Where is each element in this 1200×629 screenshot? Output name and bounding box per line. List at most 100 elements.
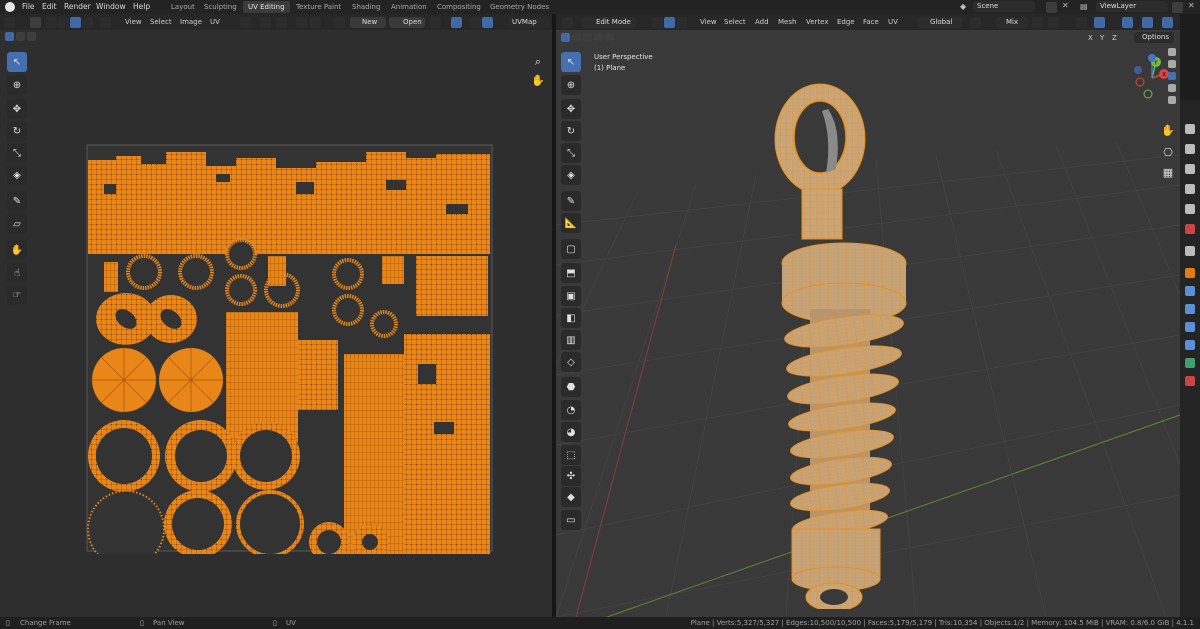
orientation-dropdown[interactable]: Global — [918, 17, 962, 28]
annotate-icon[interactable]: ✎ — [561, 191, 581, 211]
zoom-icon[interactable]: ⌕ — [530, 54, 546, 70]
scale-icon[interactable]: ⤡ — [561, 143, 581, 163]
tab-compositing[interactable]: Compositing — [432, 1, 486, 13]
scale-icon[interactable]: ⤡ — [7, 143, 27, 163]
face-select-icon[interactable] — [70, 17, 81, 28]
select-tool-icon[interactable]: ↖ — [7, 52, 27, 72]
poly-build-icon[interactable]: ⬣ — [561, 377, 581, 397]
grid-icon[interactable]: ▦ — [1160, 164, 1176, 180]
select-subtract-icon[interactable] — [27, 32, 36, 41]
move-icon[interactable]: ✥ — [7, 99, 27, 119]
edge-select-icon[interactable] — [58, 17, 69, 28]
shrink-fatten-icon[interactable]: ✣ — [561, 466, 581, 486]
snap-icon[interactable] — [260, 17, 271, 28]
editor-type-icon[interactable] — [4, 17, 15, 28]
vertex-mode-icon[interactable] — [652, 17, 663, 28]
render-icon[interactable] — [1168, 60, 1176, 68]
tab-animation[interactable]: Animation — [386, 1, 432, 13]
transform-icon[interactable]: ◈ — [7, 165, 27, 185]
overlay-toggle-icon[interactable] — [1122, 17, 1133, 28]
output-props-icon[interactable] — [1185, 164, 1195, 174]
output-icon[interactable] — [1168, 84, 1176, 92]
material-icon[interactable] — [1185, 376, 1195, 386]
edge-mode-icon[interactable] — [664, 17, 675, 28]
vertex-select-icon[interactable] — [46, 17, 57, 28]
vp-menu-mesh[interactable]: Mesh — [778, 18, 796, 26]
vp-menu-vertex[interactable]: Vertex — [806, 18, 829, 26]
scene-props-icon[interactable] — [1185, 204, 1195, 214]
transform-icon[interactable]: ◈ — [561, 165, 581, 185]
gizmo-toggle-icon[interactable] — [451, 17, 462, 28]
options-dropdown[interactable]: Options — [1134, 32, 1174, 43]
visibility-icon[interactable] — [1076, 17, 1087, 28]
mirror-z-toggle[interactable]: Z — [1112, 34, 1117, 42]
menu-render[interactable]: Render — [64, 2, 91, 11]
tab-sculpting[interactable]: Sculpting — [199, 1, 242, 13]
cursor-icon[interactable]: ⊕ — [561, 75, 581, 95]
rip-icon[interactable]: ▱ — [7, 214, 27, 234]
pin-icon[interactable] — [430, 17, 441, 28]
menu-file[interactable]: File — [22, 2, 35, 11]
vp-menu-uv[interactable]: UV — [888, 18, 898, 26]
view-layer-close-icon[interactable]: ✕ — [1188, 1, 1195, 10]
shading-solid-icon[interactable] — [1162, 17, 1173, 28]
overlay-icon[interactable] — [470, 17, 481, 28]
select-subtract-icon[interactable] — [583, 33, 592, 42]
edge-slide-icon[interactable]: ⬚ — [561, 445, 581, 465]
tab-texture-paint[interactable]: Texture Paint — [291, 1, 346, 13]
mirror-x-toggle[interactable]: X — [1088, 34, 1093, 42]
grab-icon[interactable]: ✋ — [7, 240, 27, 260]
add-cube-icon[interactable]: ▢ — [561, 239, 581, 259]
uvmap-field[interactable]: UVMap — [508, 17, 550, 28]
blender-logo-icon[interactable] — [5, 2, 15, 12]
sync-selection-icon[interactable] — [30, 17, 41, 28]
hand-icon[interactable]: ✋ — [1160, 122, 1176, 138]
modifier-wrench-icon[interactable] — [1185, 286, 1195, 296]
extrude-icon[interactable]: ⬒ — [561, 263, 581, 283]
physics-icon[interactable] — [1185, 322, 1195, 332]
view-layer-field[interactable]: ViewLayer — [1096, 1, 1168, 12]
view-layer-copy-icon[interactable] — [1172, 2, 1183, 13]
mode-dropdown[interactable]: Edit Mode — [582, 17, 636, 28]
tool-props-icon[interactable] — [1185, 124, 1195, 134]
uv-layout-canvas[interactable] — [86, 144, 494, 554]
spin-icon[interactable]: ◔ — [561, 400, 581, 420]
uv-menu-uv[interactable]: UV — [210, 18, 220, 26]
falloff-icon[interactable] — [310, 17, 321, 28]
select-invert-icon[interactable] — [594, 33, 603, 42]
scene-field[interactable]: Scene — [973, 1, 1035, 12]
render-props-icon[interactable] — [1185, 144, 1195, 154]
select-extend-icon[interactable] — [16, 32, 25, 41]
island-select-icon[interactable] — [82, 17, 93, 28]
cursor-icon[interactable]: ⊕ — [7, 75, 27, 95]
select-intersect-icon[interactable] — [605, 33, 614, 42]
face-mode-icon[interactable] — [676, 17, 687, 28]
gizmo-toggle-icon[interactable] — [1094, 17, 1105, 28]
vp-menu-view[interactable]: View — [700, 18, 717, 26]
particles-icon[interactable] — [1185, 304, 1195, 314]
rip-region-icon[interactable]: ▭ — [561, 510, 581, 530]
tab-shading[interactable]: Shading — [347, 1, 385, 13]
tab-uv-editing[interactable]: UV Editing — [243, 1, 290, 13]
new-image-button[interactable]: New — [350, 17, 386, 28]
camera-icon[interactable]: ⎔ — [1160, 144, 1176, 160]
open-image-button[interactable]: Open — [389, 17, 425, 28]
tab-layout[interactable]: Layout — [166, 1, 200, 13]
object-props-icon[interactable] — [1185, 268, 1195, 278]
inset-icon[interactable]: ▣ — [561, 286, 581, 306]
select-tool-icon[interactable]: ↖ — [561, 52, 581, 72]
view-layer-tab-icon[interactable] — [1185, 184, 1195, 194]
hand-icon[interactable]: ✋ — [530, 72, 546, 88]
uv-menu-select[interactable]: Select — [150, 18, 172, 26]
rotate-icon[interactable]: ↻ — [561, 121, 581, 141]
snap-mode-dropdown[interactable]: Mix — [996, 17, 1028, 28]
view-layer-props-icon[interactable] — [1168, 96, 1176, 104]
mirror-y-toggle[interactable]: Y — [1100, 34, 1104, 42]
scene-copy-icon[interactable] — [1046, 2, 1057, 13]
image-browse-icon[interactable] — [334, 17, 345, 28]
vp-menu-edge[interactable]: Edge — [837, 18, 855, 26]
camera-view-icon[interactable] — [1168, 48, 1176, 56]
rotate-icon[interactable]: ↻ — [7, 121, 27, 141]
uv-menu-view[interactable]: View — [125, 18, 142, 26]
vp-menu-add[interactable]: Add — [755, 18, 769, 26]
